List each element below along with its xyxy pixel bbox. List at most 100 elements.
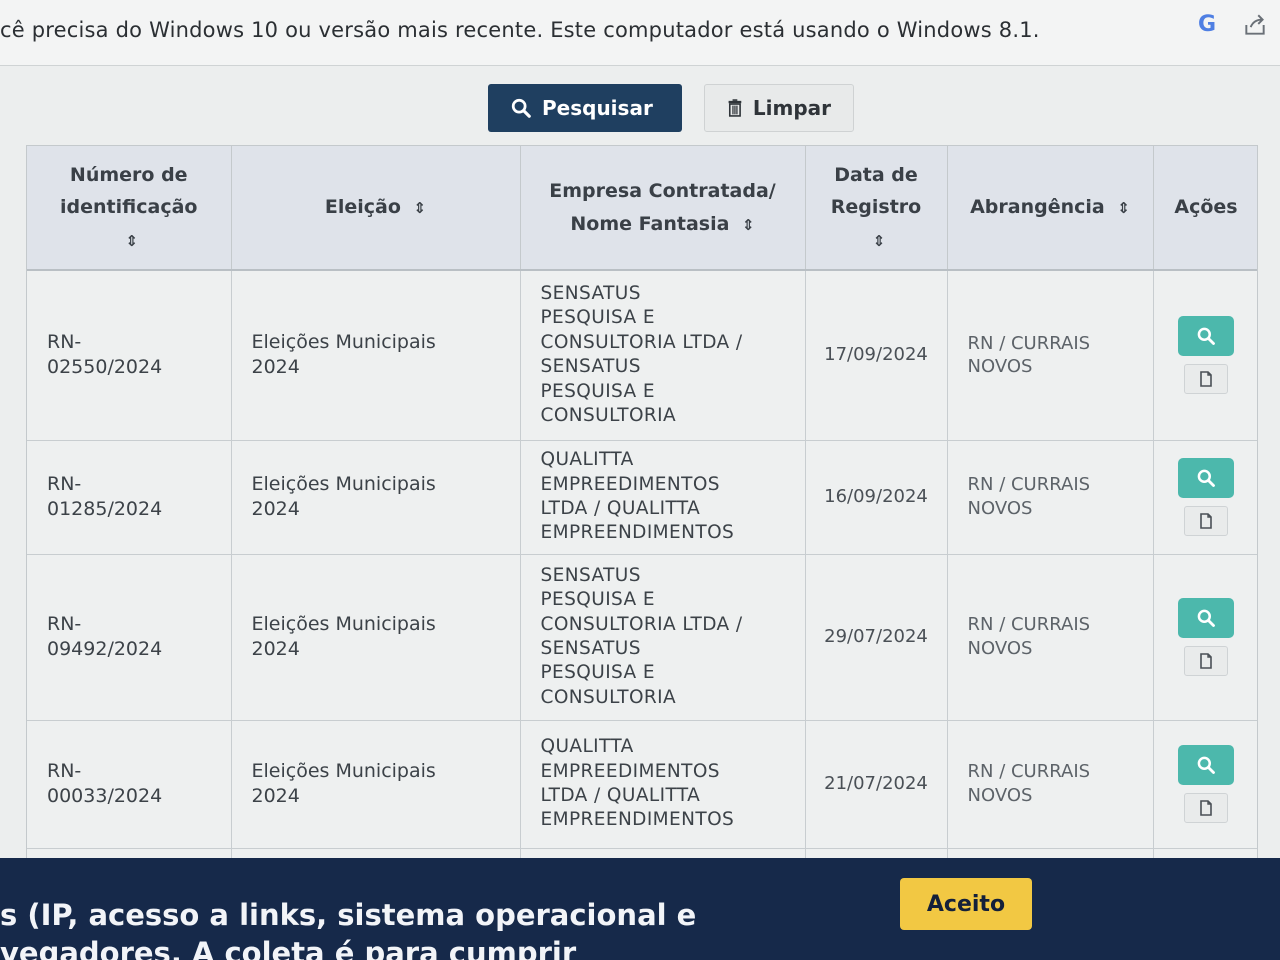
view-details-button[interactable] bbox=[1178, 598, 1234, 638]
magnifier-icon bbox=[1197, 756, 1215, 774]
cookie-text: s (IP, acesso a links, sistema operacion… bbox=[0, 896, 696, 960]
google-icon[interactable]: G bbox=[1198, 12, 1216, 38]
election-name: Eleições Municipais bbox=[251, 472, 436, 495]
company-line: SENSATUS bbox=[540, 638, 641, 659]
browser-icons: G bbox=[1198, 12, 1268, 38]
sort-icon[interactable]: ⇕ bbox=[742, 213, 755, 239]
view-details-button[interactable] bbox=[1178, 745, 1234, 785]
election-year: 2024 bbox=[251, 498, 300, 520]
id-number: 00033/2024 bbox=[47, 785, 163, 807]
document-button[interactable] bbox=[1184, 506, 1228, 536]
cell-eleicao: Eleições Municipais 2024 bbox=[231, 440, 521, 555]
document-icon bbox=[1200, 653, 1212, 669]
magnifier-icon bbox=[1197, 609, 1215, 627]
header-text: Registro bbox=[830, 196, 922, 219]
header-text: Data de bbox=[834, 164, 918, 187]
id-prefix: RN- bbox=[47, 472, 82, 495]
cell-data-registro: 17/09/2024 bbox=[805, 270, 948, 441]
scope-line: NOVOS bbox=[967, 638, 1033, 659]
election-name: Eleições Municipais bbox=[251, 612, 436, 635]
document-button[interactable] bbox=[1184, 364, 1228, 395]
sort-icon[interactable]: ⇕ bbox=[125, 229, 138, 255]
id-prefix: RN- bbox=[47, 331, 82, 354]
share-icon[interactable] bbox=[1242, 12, 1268, 38]
company-line: CONSULTORIA LTDA / bbox=[540, 331, 743, 353]
cell-acoes bbox=[1153, 270, 1257, 441]
sort-icon[interactable]: ⇕ bbox=[873, 229, 886, 255]
header-text: Nome Fantasia bbox=[570, 212, 730, 235]
cell-numero: RN- 00033/2024 bbox=[27, 720, 232, 849]
search-actions: Pesquisar Limpar bbox=[488, 84, 854, 132]
view-details-button[interactable] bbox=[1178, 458, 1234, 498]
os-warning-text: cê precisa do Windows 10 ou versão mais … bbox=[0, 18, 1040, 42]
header-text: Eleição bbox=[324, 196, 401, 219]
cell-numero: RN- 09492/2024 bbox=[27, 554, 232, 721]
cell-abrangencia: RN / CURRAIS NOVOS bbox=[947, 270, 1154, 441]
registration-date: 21/07/2024 bbox=[824, 773, 928, 795]
scope-line: RN / CURRAIS bbox=[967, 761, 1091, 783]
search-button-label: Pesquisar bbox=[542, 96, 653, 120]
col-header-abrangencia[interactable]: Abrangência ⇕ bbox=[947, 146, 1154, 271]
company-line: PESQUISA E bbox=[540, 662, 655, 684]
view-details-button[interactable] bbox=[1178, 316, 1234, 357]
company-line: CONSULTORIA bbox=[540, 405, 677, 427]
election-name: Eleições Municipais bbox=[251, 759, 436, 782]
scope-line: RN / CURRAIS bbox=[967, 332, 1091, 354]
id-prefix: RN- bbox=[47, 612, 82, 635]
cell-empresa: SENSATUS PESQUISA E CONSULTORIA LTDA / SENS… bbox=[520, 554, 806, 721]
company-line: CONSULTORIA LTDA / bbox=[540, 613, 743, 635]
clear-button[interactable]: Limpar bbox=[704, 84, 854, 132]
id-number: 01285/2024 bbox=[47, 498, 163, 520]
sort-icon[interactable]: ⇕ bbox=[414, 196, 427, 222]
id-number: 09492/2024 bbox=[47, 638, 163, 660]
col-header-eleicao[interactable]: Eleição ⇕ bbox=[231, 146, 521, 271]
cookie-consent-bar: s (IP, acesso a links, sistema operacion… bbox=[0, 858, 1280, 960]
table-row: RN- 09492/2024 Eleições Municipais 2024 SENS… bbox=[27, 554, 1257, 721]
search-icon bbox=[511, 98, 531, 118]
cookie-text-line: s (IP, acesso a links, sistema operacion… bbox=[0, 898, 697, 932]
col-header-data[interactable]: Data de Registro ⇕ bbox=[805, 146, 948, 271]
scope-line: NOVOS bbox=[967, 498, 1033, 519]
company-line: PESQUISA E bbox=[540, 589, 655, 611]
cell-eleicao: Eleições Municipais 2024 bbox=[231, 554, 521, 721]
cell-abrangencia: RN / CURRAIS NOVOS bbox=[947, 720, 1154, 849]
table-body: RN- 02550/2024 Eleições Municipais 2024 SENS… bbox=[27, 270, 1257, 864]
search-button[interactable]: Pesquisar bbox=[488, 84, 682, 132]
registration-date: 16/09/2024 bbox=[824, 486, 928, 508]
cookie-text-line: vegadores. A coleta é para cumprir bbox=[0, 936, 577, 960]
scope-line: RN / CURRAIS bbox=[967, 614, 1091, 636]
company-line: EMPREENDIMENTOS bbox=[540, 522, 735, 544]
header-text: Ações bbox=[1174, 196, 1238, 219]
cell-numero: RN- 02550/2024 bbox=[27, 270, 232, 441]
sort-icon[interactable]: ⇕ bbox=[1117, 196, 1130, 222]
document-button[interactable] bbox=[1184, 793, 1228, 823]
company-line: PESQUISA E bbox=[540, 307, 655, 329]
company-line: SENSATUS bbox=[540, 283, 641, 305]
cell-numero: RN- 01285/2024 bbox=[27, 440, 232, 555]
table-row: RN- 02550/2024 Eleições Municipais 2024 SENS… bbox=[27, 270, 1257, 441]
table-row: RN- 00033/2024 Eleições Municipais 2024 QUAL… bbox=[27, 720, 1257, 849]
id-number: 02550/2024 bbox=[47, 356, 163, 379]
cell-acoes bbox=[1153, 720, 1257, 849]
cell-data-registro: 29/07/2024 bbox=[805, 554, 948, 721]
company-line: LTDA / QUALITTA bbox=[540, 785, 701, 806]
election-year: 2024 bbox=[251, 785, 300, 807]
table-header-row: Número de identificação ⇕ Eleição ⇕ Empr… bbox=[27, 146, 1257, 271]
cell-empresa: QUALITTA EMPREEDIMENTOS LTDA / QUALITTA EMP… bbox=[520, 720, 806, 849]
company-line: QUALITTA bbox=[540, 449, 634, 471]
document-icon bbox=[1200, 800, 1212, 816]
trash-icon bbox=[728, 99, 742, 117]
company-line: EMPREEDIMENTOS bbox=[540, 760, 720, 782]
scope-line: NOVOS bbox=[967, 356, 1033, 378]
clear-button-label: Limpar bbox=[752, 96, 831, 120]
registrations-table: Número de identificação ⇕ Eleição ⇕ Empr… bbox=[26, 145, 1258, 865]
company-line: SENSATUS bbox=[540, 564, 641, 586]
document-button[interactable] bbox=[1184, 646, 1228, 676]
accept-cookies-button[interactable]: Aceito bbox=[900, 878, 1032, 930]
header-text: Empresa Contratada/ bbox=[549, 180, 776, 203]
col-header-empresa[interactable]: Empresa Contratada/ Nome Fantasia ⇕ bbox=[520, 146, 806, 271]
scope-line: NOVOS bbox=[967, 785, 1033, 806]
col-header-numero[interactable]: Número de identificação ⇕ bbox=[27, 146, 232, 271]
company-line: PESQUISA E bbox=[540, 380, 655, 402]
magnifier-icon bbox=[1197, 327, 1215, 346]
